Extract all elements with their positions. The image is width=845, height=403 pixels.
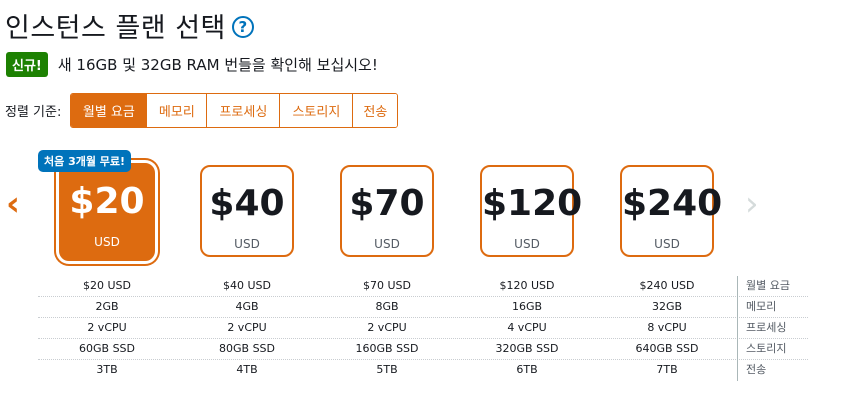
sort-option-processing[interactable]: 프로세싱 [206, 94, 280, 127]
spec-cell: $40 USD [223, 279, 271, 292]
plan-card-240[interactable]: $240 USD [620, 165, 723, 257]
spec-row-monthly-price: $20 USD $40 USD $70 USD $120 USD $240 US… [38, 276, 808, 297]
new-notice: 신규! 새 16GB 및 32GB RAM 번들을 확인해 보십시오! [6, 52, 378, 77]
plan-unit: USD [94, 235, 120, 249]
spec-cell: 2 vCPU [367, 321, 407, 334]
spec-cell: $20 USD [83, 279, 131, 292]
help-icon[interactable]: ? [231, 16, 254, 38]
spec-label: 프로세싱 [737, 318, 786, 339]
sort-option-monthly-price[interactable]: 월별 요금 [71, 94, 147, 127]
sort-option-memory[interactable]: 메모리 [146, 94, 207, 127]
spec-cell: 3TB [96, 363, 118, 376]
plan-price: $70 [349, 183, 425, 224]
spec-label: 월별 요금 [737, 276, 790, 297]
spec-cell: 5TB [376, 363, 398, 376]
spec-cell: 8GB [375, 300, 399, 313]
title-row: 인스턴스 플랜 선택 ? [5, 6, 254, 45]
plan-card-20[interactable]: $20 USD [59, 163, 155, 261]
sort-row: 정렬 기준: 월별 요금 메모리 프로세싱 스토리지 전송 [5, 93, 399, 128]
sort-label: 정렬 기준: [5, 105, 62, 120]
spec-cell: 4GB [235, 300, 259, 313]
spec-row-processing: 2 vCPU 2 vCPU 2 vCPU 4 vCPU 8 vCPU 프로세싱 [38, 318, 808, 339]
spec-cell: 32GB [651, 300, 683, 313]
plan-price: $20 [69, 181, 145, 222]
new-badge: 신규! [6, 52, 48, 77]
plan-unit: USD [234, 237, 260, 251]
plan-unit: USD [654, 237, 680, 251]
plan-price: $120 [482, 183, 583, 224]
chevron-right-icon: › [745, 184, 759, 224]
plan-card-70[interactable]: $70 USD [340, 165, 434, 257]
promo-badge: 처음 3개월 무료! [38, 150, 132, 172]
spec-label: 스토리지 [737, 339, 786, 360]
spec-cell: 60GB SSD [79, 342, 135, 355]
spec-cell: 80GB SSD [219, 342, 275, 355]
spec-cell: 2 vCPU [87, 321, 127, 334]
spec-cell: $70 USD [363, 279, 411, 292]
spec-cell: 2GB [95, 300, 119, 313]
sort-segmented-control: 월별 요금 메모리 프로세싱 스토리지 전송 [70, 93, 399, 128]
spec-cell: 640GB SSD [635, 342, 699, 355]
plan-price: $240 [622, 183, 723, 224]
spec-cell: 160GB SSD [355, 342, 419, 355]
spec-cell: 8 vCPU [647, 321, 687, 334]
spec-cell: 6TB [516, 363, 538, 376]
spec-cell: 2 vCPU [227, 321, 267, 334]
chevron-left-icon[interactable]: ‹ [6, 187, 20, 221]
spec-cell: 4TB [236, 363, 258, 376]
sort-option-transfer[interactable]: 전송 [352, 94, 398, 127]
new-notice-text: 새 16GB 및 32GB RAM 번들을 확인해 보십시오! [57, 56, 378, 74]
spec-row-storage: 60GB SSD 80GB SSD 160GB SSD 320GB SSD 64… [38, 339, 808, 360]
spec-cell: 7TB [656, 363, 678, 376]
spec-cell: 320GB SSD [495, 342, 559, 355]
sort-option-storage[interactable]: 스토리지 [279, 94, 353, 127]
spec-label: 전송 [737, 360, 766, 381]
spec-cell: $240 USD [639, 279, 695, 292]
spec-row-memory: 2GB 4GB 8GB 16GB 32GB 메모리 [38, 297, 808, 318]
spec-cell: $120 USD [499, 279, 555, 292]
plan-unit: USD [514, 237, 540, 251]
plan-price: $40 [209, 183, 285, 224]
spec-cell: 16GB [511, 300, 543, 313]
spec-label: 메모리 [737, 297, 776, 318]
plan-card-120[interactable]: $120 USD [480, 165, 583, 257]
spec-cell: 4 vCPU [507, 321, 547, 334]
page-title: 인스턴스 플랜 선택 [5, 13, 226, 44]
plan-card-40[interactable]: $40 USD [200, 165, 294, 257]
plan-unit: USD [374, 237, 400, 251]
spec-row-transfer: 3TB 4TB 5TB 6TB 7TB 전송 [38, 360, 808, 381]
spec-table: $20 USD $40 USD $70 USD $120 USD $240 US… [38, 276, 808, 381]
